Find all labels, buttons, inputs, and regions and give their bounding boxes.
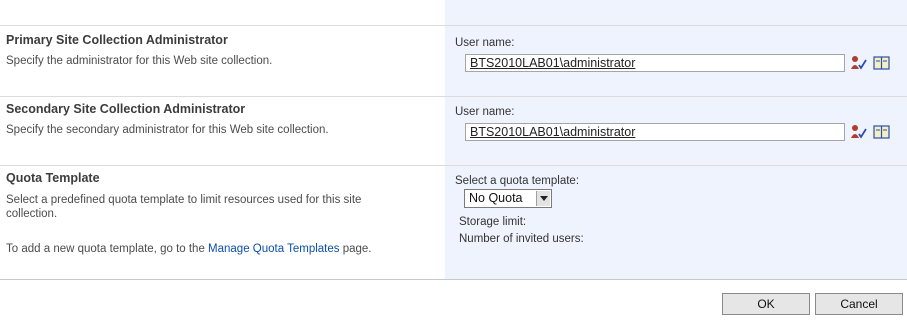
section-description: Specify the secondary administrator for …	[6, 124, 329, 136]
invited-users-label: Number of invited users:	[459, 233, 584, 245]
divider	[0, 25, 907, 26]
section-title: Primary Site Collection Administrator	[6, 33, 228, 47]
check-names-icon[interactable]	[850, 124, 868, 140]
section-description: Select a predefined quota template to li…	[6, 194, 362, 220]
storage-limit-label: Storage limit:	[459, 216, 527, 228]
resolved-user: BTS2010LAB01\administrator	[470, 125, 636, 139]
divider	[0, 96, 907, 97]
ok-button[interactable]: OK	[722, 293, 810, 315]
check-names-icon[interactable]	[850, 55, 868, 71]
resolved-user: BTS2010LAB01\administrator	[470, 56, 636, 70]
divider	[0, 165, 907, 166]
section-title: Quota Template	[6, 171, 100, 185]
user-name-label: User name:	[455, 106, 515, 118]
secondary-admin-people-picker[interactable]: BTS2010LAB01\administrator	[465, 123, 845, 141]
add-quota-hint: To add a new quota template, go to the M…	[6, 242, 426, 256]
cancel-button[interactable]: Cancel	[815, 293, 903, 315]
section-description: Specify the administrator for this Web s…	[6, 55, 273, 67]
quota-template-select[interactable]: No Quota	[464, 189, 552, 208]
divider	[0, 279, 907, 280]
hint-suffix: page.	[339, 243, 372, 255]
address-book-icon[interactable]	[873, 55, 891, 71]
hint-prefix: To add a new quota template, go to the	[6, 243, 209, 255]
select-quota-label: Select a quota template:	[455, 175, 580, 187]
selected-quota: No Quota	[469, 191, 523, 205]
section-title: Secondary Site Collection Administrator	[6, 102, 246, 116]
primary-admin-people-picker[interactable]: BTS2010LAB01\administrator	[465, 54, 845, 72]
manage-quota-templates-link[interactable]: Manage Quota Templates	[208, 243, 339, 255]
address-book-icon[interactable]	[873, 124, 891, 140]
user-name-label: User name:	[455, 37, 515, 49]
chevron-down-icon[interactable]	[536, 191, 550, 206]
